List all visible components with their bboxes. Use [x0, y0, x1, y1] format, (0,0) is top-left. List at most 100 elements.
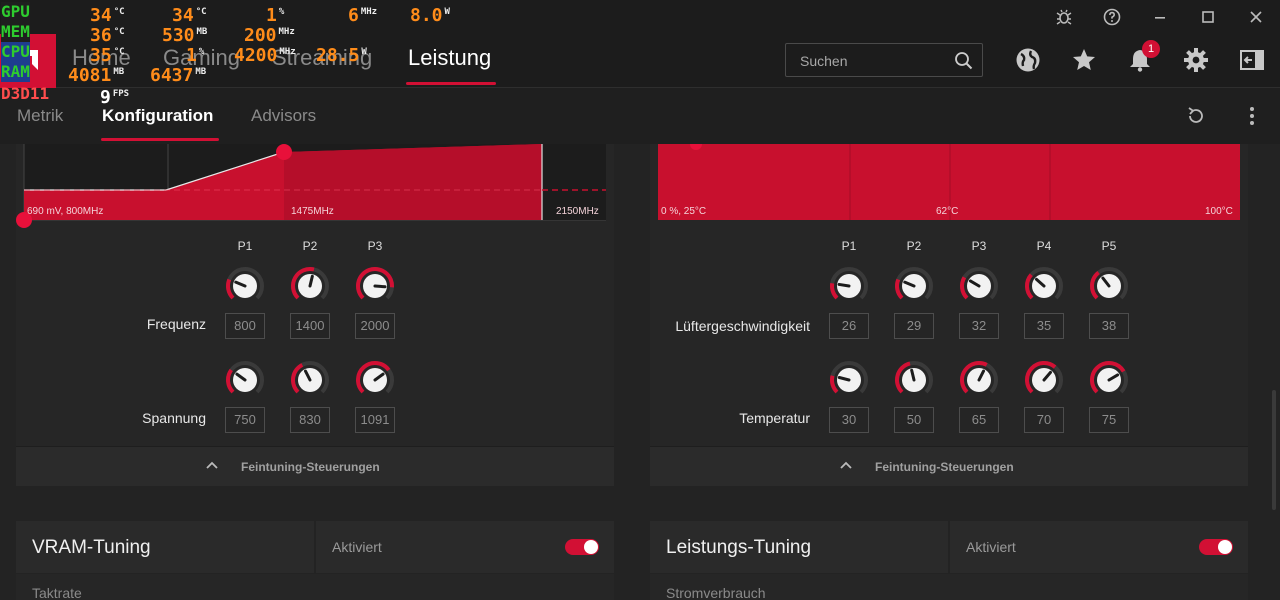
osd-value: 6 MHz [348, 5, 378, 26]
fan-speed-p3-knob[interactable] [959, 266, 999, 306]
minimize-icon[interactable] [1148, 6, 1172, 28]
fan-speed-p5-value[interactable]: 38 [1089, 313, 1129, 339]
frequenz-p2-value[interactable]: 1400 [290, 313, 330, 339]
search-input[interactable] [800, 52, 940, 70]
osd-value: 8.0 W [410, 5, 450, 26]
temperatur-label: Temperatur [739, 410, 810, 426]
osd-label: MEM [1, 22, 30, 42]
app-window: Home Gaming Streaming Leistung 1 Metrik … [0, 0, 1280, 600]
temp-p5-value[interactable]: 75 [1089, 407, 1129, 433]
nav-tab-leistung[interactable]: Leistung [408, 45, 491, 71]
power-tuning-toggle[interactable] [1199, 539, 1233, 555]
spannung-p2-knob[interactable] [290, 360, 330, 400]
fan-speed-p3-value[interactable]: 32 [959, 313, 999, 339]
more-options-icon[interactable] [1238, 102, 1266, 130]
temp-p2-knob[interactable] [894, 360, 934, 400]
fan-curve-chart [658, 144, 1240, 220]
vram-tuning-toggle[interactable] [565, 539, 599, 555]
fan-speed-p1-value[interactable]: 26 [829, 313, 869, 339]
luefter-label: Lüftergeschwindigkeit [675, 318, 810, 334]
reset-icon[interactable] [1182, 102, 1210, 130]
search-icon[interactable] [954, 51, 974, 71]
fan-fine-tuning-label[interactable]: Feintuning-Steuerungen [875, 460, 1014, 474]
favorites-star-icon[interactable] [1070, 46, 1098, 74]
vram-clock-label: Taktrate [32, 585, 82, 600]
osd-label: RAM [1, 62, 30, 82]
gpu-chart-mid-label: 1475MHz [291, 206, 334, 217]
osd-value: 4200 MHz [234, 45, 296, 66]
fan-state-p4: P4 [1036, 239, 1052, 253]
power-status-text: Aktiviert [966, 539, 1016, 555]
temp-p3-knob[interactable] [959, 360, 999, 400]
fan-speed-p4-value[interactable]: 35 [1024, 313, 1064, 339]
power-consumption-label: Stromverbrauch [666, 585, 766, 600]
osd-value: 6437 MB [150, 65, 207, 86]
maximize-icon[interactable] [1196, 6, 1220, 28]
osd-label: GPU [1, 2, 30, 22]
sub-tab-konfiguration[interactable]: Konfiguration [102, 106, 213, 126]
spannung-p1-value[interactable]: 750 [225, 407, 265, 433]
gpu-state-p1: P1 [237, 239, 253, 253]
notification-badge: 1 [1142, 40, 1160, 58]
vram-status-text: Aktiviert [332, 539, 382, 555]
temp-p4-knob[interactable] [1024, 360, 1064, 400]
globe-icon[interactable] [1014, 46, 1042, 74]
frequenz-p1-knob[interactable] [225, 266, 265, 306]
temp-p1-knob[interactable] [829, 360, 869, 400]
fan-speed-p2-value[interactable]: 29 [894, 313, 934, 339]
vram-tuning-title: VRAM-Tuning [32, 537, 151, 558]
active-tab-indicator [406, 82, 496, 85]
temp-p5-knob[interactable] [1089, 360, 1129, 400]
osd-value: 28.5 W [316, 45, 367, 66]
osd-label: D3D11 [1, 84, 50, 103]
close-icon[interactable] [1244, 6, 1268, 28]
fan-state-p5: P5 [1101, 239, 1117, 253]
spannung-p3-value[interactable]: 1091 [355, 407, 395, 433]
gpu-state-p2: P2 [302, 239, 318, 253]
sidebar-toggle-icon[interactable] [1238, 46, 1266, 74]
frequenz-p3-knob[interactable] [355, 266, 395, 306]
sub-tab-metrik[interactable]: Metrik [17, 106, 63, 126]
frequenz-p3-value[interactable]: 2000 [355, 313, 395, 339]
gpu-vf-curve-chart [16, 144, 606, 228]
help-icon[interactable] [1100, 6, 1124, 28]
temp-p2-value[interactable]: 50 [894, 407, 934, 433]
bug-report-icon[interactable] [1052, 6, 1076, 28]
osd-value: 4081 MB [68, 65, 125, 86]
osd-label: CPU [1, 42, 30, 62]
fan-speed-p5-knob[interactable] [1089, 266, 1129, 306]
gpu-fine-tuning-label[interactable]: Feintuning-Steuerungen [241, 460, 380, 474]
osd-value: 9 FPS [100, 87, 130, 108]
fan-chart-mid-label: 62°C [936, 206, 959, 217]
chevron-up-icon[interactable] [205, 460, 219, 470]
spannung-label: Spannung [142, 410, 206, 426]
gpu-chart-right-label: 2150MHz [556, 206, 599, 217]
temp-p4-value[interactable]: 70 [1024, 407, 1064, 433]
search-box[interactable] [785, 43, 983, 77]
frequenz-p2-knob[interactable] [290, 266, 330, 306]
active-subtab-indicator [101, 138, 219, 141]
gpu-state-p3: P3 [367, 239, 383, 253]
fan-chart-right-label: 100°C [1205, 206, 1233, 217]
fan-state-p2: P2 [906, 239, 922, 253]
vram-body [16, 574, 614, 600]
scrollbar[interactable] [1272, 390, 1276, 510]
spannung-p1-knob[interactable] [225, 360, 265, 400]
fan-speed-p1-knob[interactable] [829, 266, 869, 306]
frequenz-label: Frequenz [146, 316, 206, 332]
chevron-up-icon[interactable] [839, 460, 853, 470]
fan-speed-p2-knob[interactable] [894, 266, 934, 306]
frequenz-p1-value[interactable]: 800 [225, 313, 265, 339]
fan-state-p3: P3 [971, 239, 987, 253]
fan-state-p1: P1 [841, 239, 857, 253]
sub-tab-advisors[interactable]: Advisors [251, 106, 316, 126]
fan-chart-left-label: 0 %, 25°C [661, 206, 707, 217]
gpu-chart-left-label: 690 mV, 800MHz [27, 206, 104, 217]
temp-p1-value[interactable]: 30 [829, 407, 869, 433]
temp-p3-value[interactable]: 65 [959, 407, 999, 433]
spannung-p3-knob[interactable] [355, 360, 395, 400]
spannung-p2-value[interactable]: 830 [290, 407, 330, 433]
settings-gear-icon[interactable] [1182, 46, 1210, 74]
fan-speed-p4-knob[interactable] [1024, 266, 1064, 306]
power-tuning-title: Leistungs-Tuning [666, 537, 812, 558]
